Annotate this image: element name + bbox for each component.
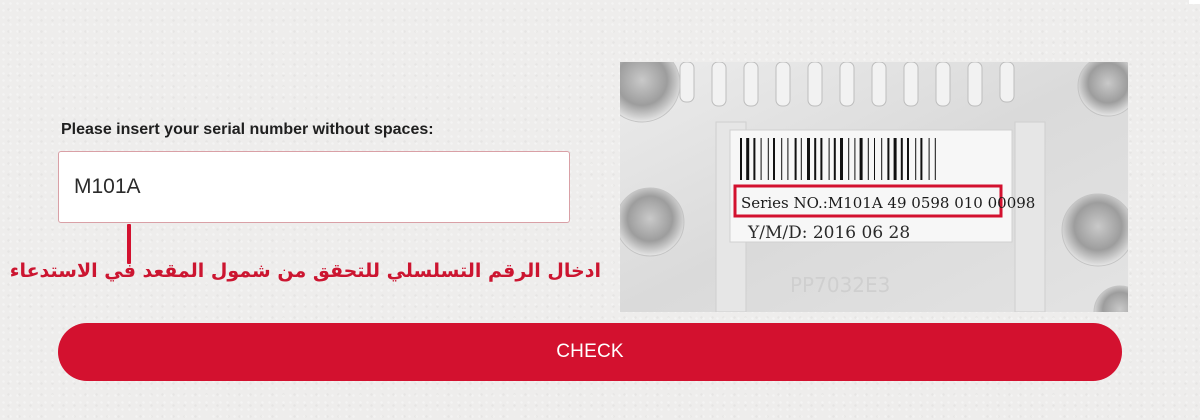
annotation-pointer-line	[127, 224, 131, 264]
check-button[interactable]: CHECK	[58, 323, 1122, 381]
svg-text:PP7032E3: PP7032E3	[790, 273, 890, 297]
photo-series-number: Series NO.:M101A 49 0598 010 00098	[741, 194, 1035, 212]
arabic-annotation: ادخال الرقم التسلسلي للتحقق من شمول المق…	[9, 260, 601, 282]
serial-number-label: Please insert your serial number without…	[61, 121, 434, 138]
top-divider	[1189, 0, 1200, 4]
serial-number-input[interactable]	[58, 151, 570, 223]
serial-label-photo: Series NO.:M101A 49 0598 010 00098 Y/M/D…	[620, 62, 1128, 312]
photo-date-stamp: Y/M/D: 2016 06 28	[747, 223, 910, 243]
